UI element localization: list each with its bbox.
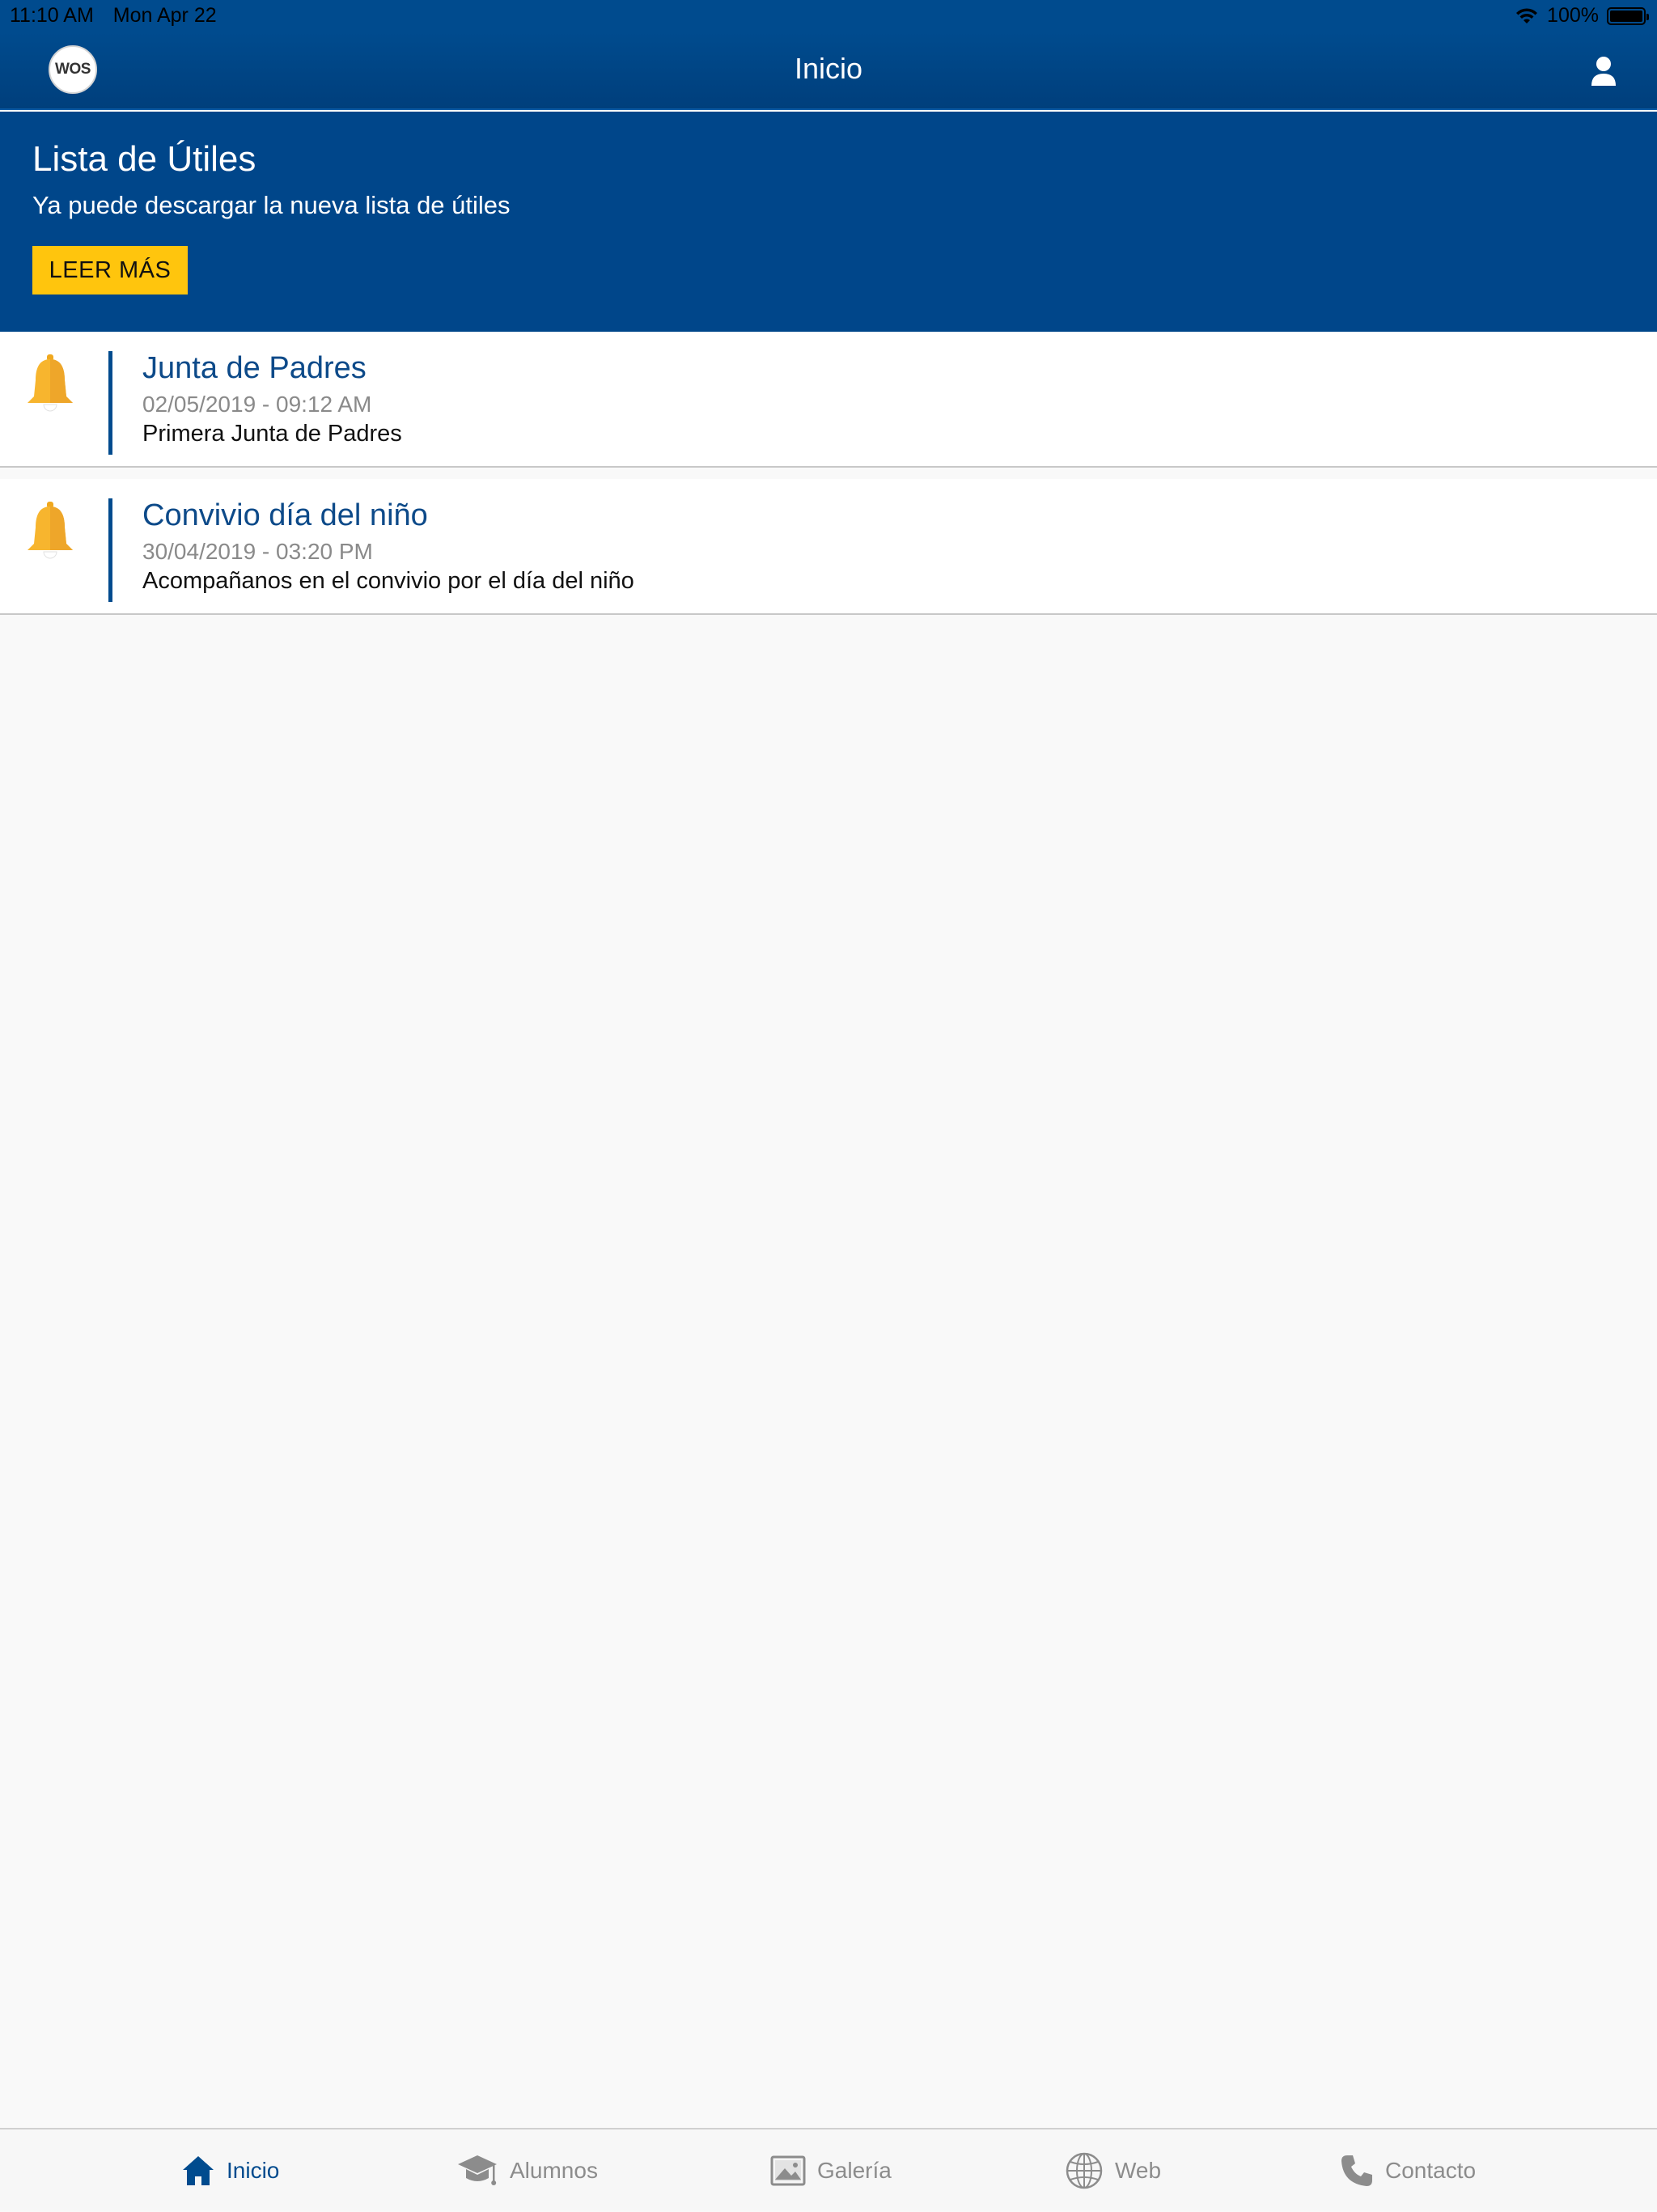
notification-title: Convivio día del niño — [142, 498, 428, 532]
read-more-button[interactable]: LEER MÁS — [32, 246, 188, 295]
nav-bar: WOS Inicio — [0, 32, 1657, 110]
status-time: 11:10 AM — [10, 4, 94, 27]
page-title: Inicio — [794, 52, 863, 85]
notification-date: 30/04/2019 - 03:20 PM — [142, 539, 373, 564]
tab-label: Alumnos — [510, 2158, 598, 2183]
notification-body: Acompañanos en el convivio por el día de… — [142, 568, 634, 594]
notification-title: Junta de Padres — [142, 351, 367, 385]
image-icon — [770, 2155, 806, 2186]
profile-button[interactable] — [1589, 55, 1618, 87]
notification-accent-bar — [108, 498, 112, 602]
banner-title: Lista de Útiles — [32, 139, 256, 179]
banner-subtitle: Ya puede descargar la nueva lista de úti… — [32, 191, 511, 219]
notification-accent-bar — [108, 351, 112, 455]
user-icon — [1591, 57, 1616, 86]
tab-label: Web — [1115, 2158, 1162, 2183]
tab-inicio[interactable]: Inicio — [181, 2129, 279, 2212]
status-date: Mon Apr 22 — [112, 4, 217, 27]
announcement-banner: Lista de Útiles Ya puede descargar la nu… — [0, 112, 1657, 332]
home-icon — [183, 2156, 214, 2185]
tab-label: Contacto — [1385, 2158, 1477, 2183]
globe-icon — [1066, 2152, 1103, 2189]
notification-date: 02/05/2019 - 09:12 AM — [142, 392, 372, 417]
bell-icon — [28, 502, 73, 559]
bell-icon — [28, 354, 73, 412]
tab-alumnos[interactable]: Alumnos — [456, 2129, 598, 2212]
graduation-cap-icon — [458, 2155, 497, 2185]
wifi-icon — [1516, 7, 1538, 23]
list-item[interactable]: Junta de Padres 02/05/2019 - 09:12 AM Pr… — [0, 332, 1657, 468]
phone-icon — [1341, 2155, 1372, 2186]
list-item[interactable]: Convivio día del niño 30/04/2019 - 03:20… — [0, 479, 1657, 615]
notification-body: Primera Junta de Padres — [142, 421, 402, 447]
tab-bar: Inicio Alumnos Galería Web Contacto — [0, 2128, 1657, 2210]
status-bar: 11:10 AM Mon Apr 22 100% — [0, 0, 1657, 32]
battery-percent: 100% — [1547, 4, 1599, 27]
battery-icon — [1607, 6, 1649, 25]
tab-label: Inicio — [227, 2158, 280, 2183]
tab-web[interactable]: Web — [1065, 2129, 1161, 2212]
tab-galeria[interactable]: Galería — [770, 2129, 892, 2212]
tab-contacto[interactable]: Contacto — [1340, 2129, 1476, 2212]
notification-list: Junta de Padres 02/05/2019 - 09:12 AM Pr… — [0, 332, 1657, 615]
tab-label: Galería — [817, 2158, 892, 2183]
